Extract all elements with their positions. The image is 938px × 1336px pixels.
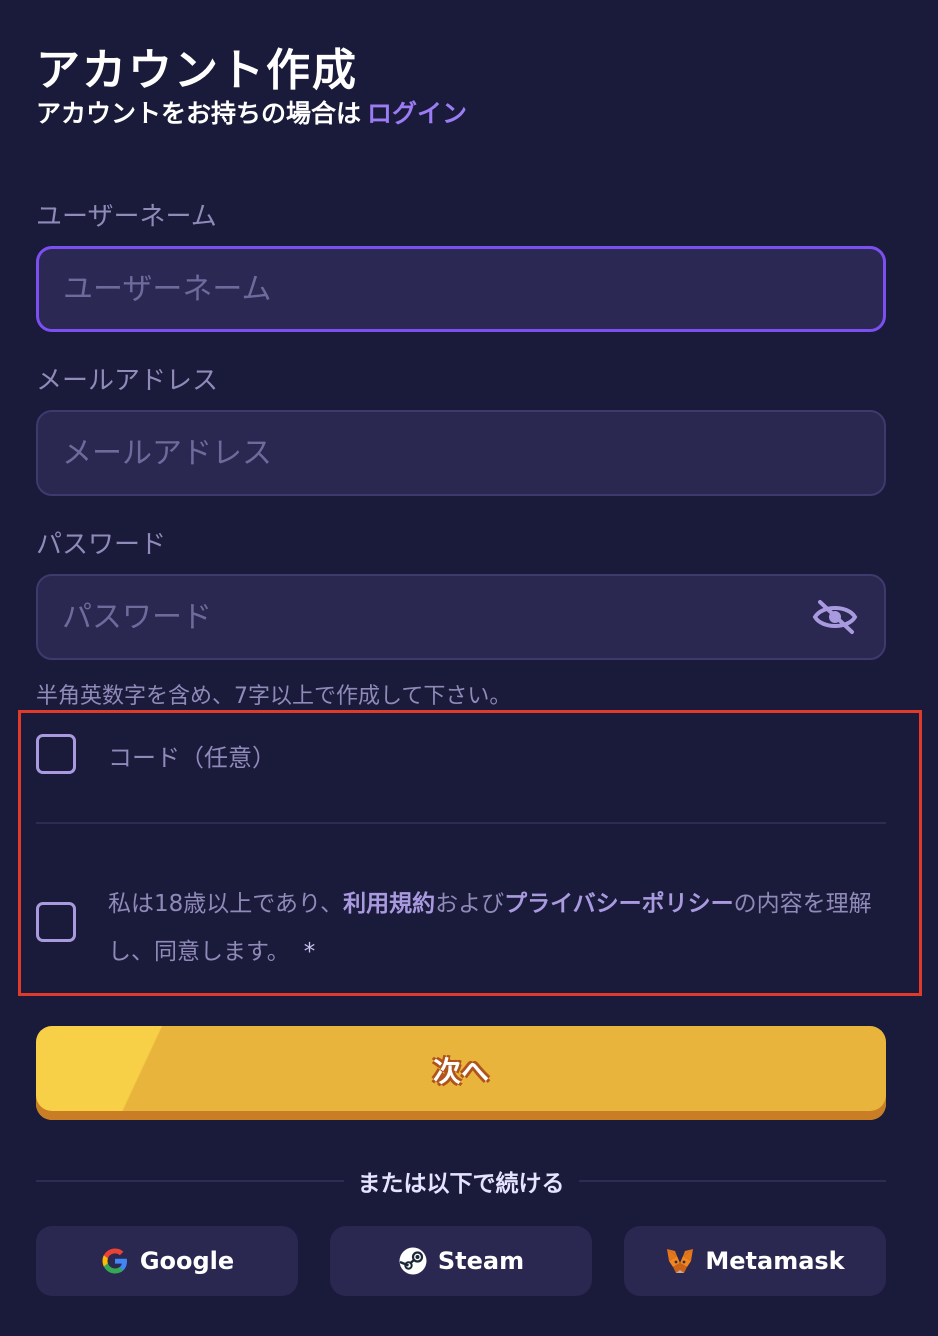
page-title: アカウント作成: [36, 45, 358, 96]
google-button[interactable]: Google: [36, 1226, 298, 1296]
steam-icon: [398, 1246, 428, 1276]
social-divider-text: または以下で続ける: [357, 1171, 565, 1197]
email-label: メールアドレス: [36, 366, 219, 396]
password-input[interactable]: [62, 599, 810, 635]
terms-of-use-link[interactable]: 利用規約: [343, 891, 435, 917]
divider-line-left: [36, 1180, 344, 1182]
login-prompt: アカウントをお持ちの場合は ログイン: [36, 94, 467, 130]
username-label: ユーザーネーム: [36, 202, 217, 232]
email-field-box[interactable]: [36, 410, 886, 496]
terms-checkbox[interactable]: [36, 902, 76, 942]
divider-line-right: [578, 1180, 886, 1182]
required-mark: *: [303, 939, 316, 965]
password-label: パスワード: [36, 530, 167, 560]
metamask-button[interactable]: Metamask: [624, 1226, 886, 1296]
login-link[interactable]: ログイン: [367, 99, 467, 128]
google-label: Google: [139, 1247, 235, 1275]
google-icon: [100, 1246, 130, 1276]
steam-label: Steam: [437, 1247, 525, 1275]
terms-middle: および: [435, 891, 505, 917]
password-field-box[interactable]: [36, 574, 886, 660]
terms-prefix: 私は18歳以上であり、: [108, 891, 344, 917]
login-prompt-text: アカウントをお持ちの場合は: [36, 99, 362, 128]
next-button-label: 次へ: [432, 1055, 489, 1088]
email-input[interactable]: [62, 435, 860, 471]
terms-text: 私は18歳以上であり、利用規約およびプライバシーポリシーの内容を理解し、同意しま…: [108, 880, 888, 976]
password-hint: 半角英数字を含め、7字以上で作成して下さい。: [36, 684, 512, 709]
next-button[interactable]: 次へ: [36, 1026, 886, 1120]
username-input[interactable]: [63, 271, 859, 307]
metamask-icon: [665, 1247, 695, 1275]
metamask-label: Metamask: [705, 1247, 845, 1275]
eye-off-icon[interactable]: [810, 597, 860, 637]
code-label: コード（任意）: [108, 744, 276, 772]
steam-button[interactable]: Steam: [330, 1226, 592, 1296]
code-checkbox[interactable]: [36, 734, 76, 774]
social-divider: または以下で続ける: [36, 1166, 886, 1197]
username-field-box[interactable]: [36, 246, 886, 332]
section-divider: [36, 822, 886, 824]
privacy-policy-link[interactable]: プライバシーポリシー: [504, 891, 734, 917]
